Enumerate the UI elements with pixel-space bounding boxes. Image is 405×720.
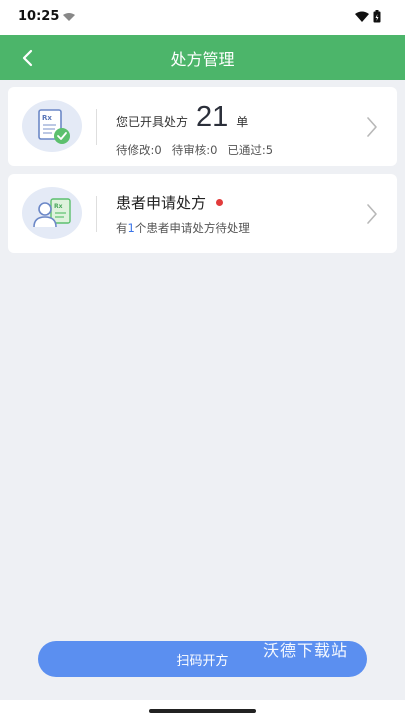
page-title: 处方管理 (170, 49, 235, 69)
patient-request-card[interactable]: Rx 患者申请处方 有1个患者申请处方待处理 (8, 174, 397, 253)
card-divider (96, 109, 97, 145)
status-bar: 10:25 (0, 0, 405, 35)
prescription-avatar: Rx (22, 100, 82, 152)
home-indicator[interactable] (149, 709, 256, 713)
wifi-signal-icon (355, 11, 369, 22)
prescription-count-value: 21 (196, 101, 229, 133)
patient-avatar: Rx (22, 187, 82, 239)
patient-prescription-icon: Rx (33, 198, 71, 228)
subtitle-suffix: 个患者申请处方待处理 (134, 221, 250, 235)
prescription-count-prefix: 您已开具处方 (116, 115, 189, 129)
prescription-count-line: 您已开具处方 21 单 (116, 101, 248, 134)
prescription-summary-card[interactable]: Rx 您已开具处方 21 单 待修改:0 待审核:0 已通过:5 (8, 87, 397, 166)
stat-pending-review: 待审核:0 (171, 143, 218, 157)
back-arrow-icon[interactable] (14, 45, 42, 71)
patient-request-subtitle: 有1个患者申请处方待处理 (116, 220, 250, 236)
svg-text:Rx: Rx (42, 114, 52, 122)
prescription-stats: 待修改:0 待审核:0 已通过:5 (116, 142, 273, 158)
prescription-document-icon: Rx (38, 109, 70, 144)
pending-request-count: 1 (127, 221, 135, 235)
stat-pending-revision: 待修改:0 (116, 143, 162, 157)
patient-request-title: 患者申请处方 (116, 194, 207, 212)
wifi-question-icon (63, 13, 75, 21)
status-icons (355, 10, 381, 23)
stat-approved: 已通过:5 (227, 143, 274, 157)
chevron-right-icon (367, 117, 377, 137)
patient-request-title-line: 患者申请处方 (116, 192, 224, 213)
watermark-text: 沃德下载站 (263, 641, 349, 660)
status-time: 10:25 (18, 9, 60, 24)
unread-dot-badge (216, 199, 224, 206)
card-divider (96, 196, 97, 232)
prescription-count-unit: 单 (236, 115, 249, 129)
svg-text:Rx: Rx (54, 203, 63, 210)
app-header: 处方管理 (0, 35, 405, 80)
chevron-right-icon (367, 204, 377, 224)
battery-icon (373, 10, 381, 23)
subtitle-prefix: 有 (116, 221, 128, 235)
